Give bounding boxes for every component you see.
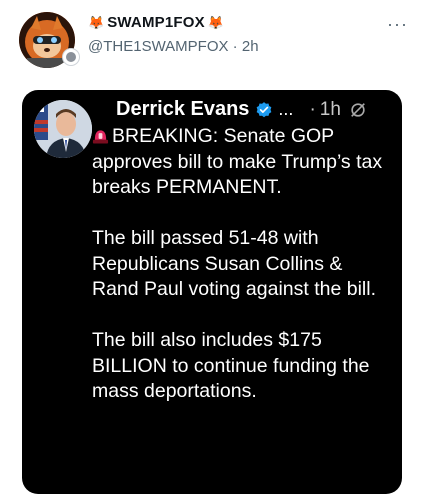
author-handle-row: @THE1SWAMPFOX · 2h <box>88 38 259 55</box>
quoted-paragraph-3: The bill also includes $175 BILLION to c… <box>92 329 370 402</box>
verified-check-icon <box>257 101 272 117</box>
quoted-author-avatar[interactable] <box>34 100 92 158</box>
name-truncation-ellipsis: ... <box>278 99 294 119</box>
quoted-post-body: BREAKING: Senate GOP approves bill to ma… <box>92 124 392 405</box>
more-options-button[interactable]: ··· <box>387 14 408 35</box>
quoted-post-card[interactable]: Derrick Evans ... 1h BREAKING: Senate GO… <box>22 90 402 494</box>
time-separator: · <box>228 38 242 55</box>
post-timestamp[interactable]: 2h <box>242 38 259 55</box>
author-display-name[interactable]: SWAMP1FOX <box>107 14 205 31</box>
affiliate-badge-icon <box>62 48 80 66</box>
breaking-headline: BREAKING: Senate GOP approves bill to ma… <box>92 125 383 198</box>
quoted-post-header: Derrick Evans ... 1h <box>116 98 367 121</box>
quoted-post-timestamp[interactable]: 1h <box>309 99 341 121</box>
quoted-paragraph-1: BREAKING: Senate GOP approves bill to ma… <box>92 124 392 201</box>
fox-emoji-icon: 🦊 <box>207 14 225 30</box>
author-handle[interactable]: @THE1SWAMPFOX <box>88 38 229 55</box>
quoted-author-name[interactable]: Derrick Evans <box>116 98 249 121</box>
post[interactable]: 🦊 SWAMP1FOX 🦊 @THE1SWAMPFOX · 2h ··· Der… <box>0 0 422 500</box>
author-name-row[interactable]: 🦊 SWAMP1FOX 🦊 <box>88 14 224 31</box>
fox-emoji-icon: 🦊 <box>88 14 105 30</box>
empty-set-icon <box>351 102 365 117</box>
quoted-paragraph-2: The bill passed 51-48 with Republicans S… <box>92 227 377 300</box>
siren-icon <box>92 130 109 144</box>
